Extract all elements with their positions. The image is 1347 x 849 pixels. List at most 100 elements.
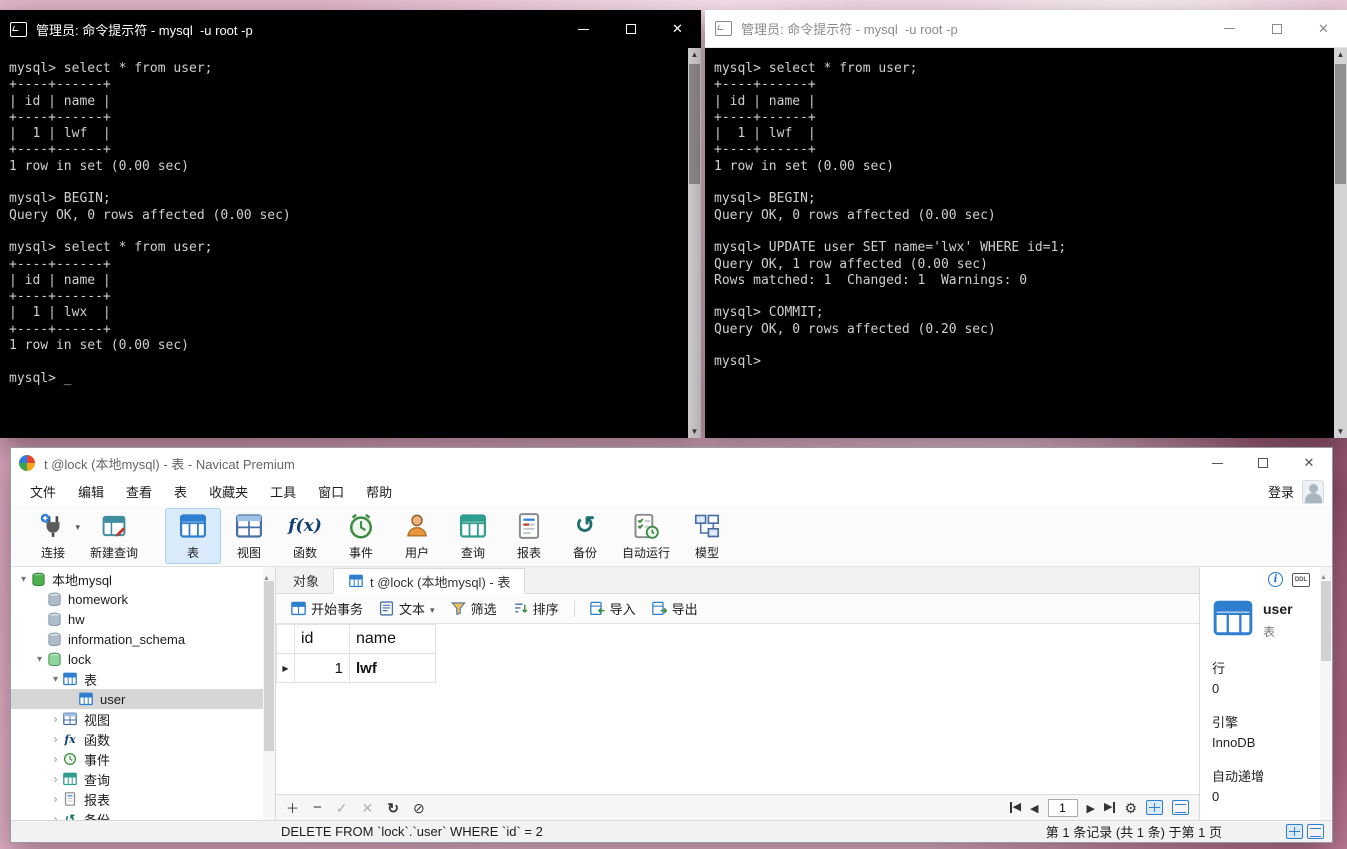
chevron-right-icon[interactable] [49, 792, 62, 806]
toolbar-new-query-button[interactable]: 新建查询 [81, 508, 147, 564]
scroll-down-icon[interactable] [1334, 425, 1347, 438]
next-page-button[interactable] [1087, 800, 1095, 815]
toolbar-functions-button[interactable]: f(x) 函数 [277, 508, 333, 564]
table-row[interactable]: 1 lwf [276, 653, 436, 683]
chevron-right-icon[interactable] [49, 712, 62, 726]
tab-objects[interactable]: 对象 [279, 568, 333, 593]
toolbar-connection-button[interactable]: 连接 [25, 508, 81, 564]
toolbar-backup-button[interactable]: 备份 [557, 508, 613, 564]
toolbar-views-button[interactable]: 视图 [221, 508, 277, 564]
menu-edit[interactable]: 编辑 [67, 482, 115, 501]
refresh-button[interactable] [387, 801, 399, 815]
discard-changes-button[interactable] [362, 801, 374, 815]
login-link[interactable]: 登录 [1268, 482, 1294, 501]
last-page-button[interactable] [1104, 802, 1115, 813]
chevron-down-icon[interactable] [33, 654, 46, 665]
cell-id[interactable]: 1 [294, 653, 350, 683]
tree-item-tables-folder[interactable]: 表 [11, 669, 275, 689]
tree-scrollbar[interactable] [263, 567, 275, 820]
chevron-right-icon[interactable] [49, 732, 62, 746]
stop-button[interactable] [413, 801, 425, 815]
export-button[interactable]: 导出 [645, 596, 705, 621]
close-button[interactable] [654, 10, 701, 48]
column-header-name[interactable]: name [349, 624, 436, 654]
maximize-button[interactable] [607, 10, 654, 48]
cmd-left-scrollbar[interactable] [688, 48, 701, 438]
close-button[interactable] [1300, 10, 1347, 47]
column-header-id[interactable]: id [294, 624, 350, 654]
menu-view[interactable]: 查看 [115, 482, 163, 501]
chevron-down-icon[interactable] [17, 574, 30, 585]
info-panel-scrollbar[interactable] [1320, 567, 1332, 820]
chevron-down-icon[interactable] [49, 674, 62, 685]
cmd-right-scrollbar[interactable] [1334, 48, 1347, 438]
user-avatar[interactable] [1302, 479, 1324, 504]
tab-table-user[interactable]: t @lock (本地mysql) - 表 [333, 568, 526, 594]
cmd-left-titlebar[interactable]: 管理员: 命令提示符 - mysql -u root -p [0, 10, 701, 48]
menu-file[interactable]: 文件 [19, 482, 67, 501]
cmd-left-console[interactable]: mysql> select * from user; +----+------+… [0, 48, 701, 438]
tree-item-db-hw[interactable]: hw [11, 609, 275, 629]
tree-item-events-folder[interactable]: 事件 [11, 749, 275, 769]
scroll-thumb[interactable] [689, 64, 700, 184]
cmd-right-console[interactable]: mysql> select * from user; +----+------+… [705, 48, 1347, 438]
tree-item-views-folder[interactable]: 视图 [11, 709, 275, 729]
chevron-down-icon[interactable] [75, 522, 80, 533]
apply-changes-button[interactable] [336, 801, 348, 815]
toolbar-tables-button[interactable]: 表 [165, 507, 221, 564]
tree-item-table-user[interactable]: user [11, 689, 275, 709]
add-record-button[interactable] [286, 801, 299, 815]
navicat-titlebar[interactable]: t @lock (本地mysql) - 表 - Navicat Premium [11, 448, 1332, 478]
scroll-up-icon[interactable] [1320, 574, 1327, 581]
toolbar-query-button[interactable]: 查询 [445, 508, 501, 564]
menu-table[interactable]: 表 [163, 482, 198, 501]
text-view-button[interactable]: 文本 [372, 596, 442, 621]
close-button[interactable] [1286, 448, 1332, 478]
data-grid[interactable]: id name 1 lwf [276, 624, 1199, 794]
tree-item-functions-folder[interactable]: fx 函数 [11, 729, 275, 749]
minimize-button[interactable] [1206, 10, 1253, 47]
statusbar-form-view-icon[interactable] [1307, 824, 1324, 839]
chevron-right-icon[interactable] [49, 812, 62, 820]
chevron-right-icon[interactable] [49, 752, 62, 766]
delete-record-button[interactable] [313, 800, 322, 815]
previous-page-button[interactable] [1030, 800, 1038, 815]
menu-help[interactable]: 帮助 [355, 482, 403, 501]
maximize-button[interactable] [1253, 10, 1300, 47]
filter-button[interactable]: 筛选 [444, 596, 504, 621]
toolbar-reports-button[interactable]: 报表 [501, 508, 557, 564]
form-view-toggle[interactable] [1172, 800, 1189, 815]
info-icon[interactable] [1268, 572, 1283, 587]
scroll-thumb[interactable] [1321, 581, 1331, 661]
scroll-thumb[interactable] [1335, 64, 1346, 184]
toolbar-users-button[interactable]: 用户 [389, 508, 445, 564]
scroll-up-icon[interactable] [688, 48, 701, 61]
ddl-icon[interactable]: DDL [1292, 572, 1310, 587]
chevron-right-icon[interactable] [49, 772, 62, 786]
sort-button[interactable]: 排序 [506, 596, 566, 621]
tree-item-queries-folder[interactable]: 查询 [11, 769, 275, 789]
menu-window[interactable]: 窗口 [307, 482, 355, 501]
tree-item-backups-folder[interactable]: ↺ 备份 [11, 809, 275, 820]
menu-tools[interactable]: 工具 [259, 482, 307, 501]
scroll-thumb[interactable] [264, 581, 274, 751]
tree-item-db-homework[interactable]: homework [11, 589, 275, 609]
import-button[interactable]: 导入 [583, 596, 643, 621]
cmd-right-titlebar[interactable]: 管理员: 命令提示符 - mysql -u root -p [705, 10, 1347, 48]
minimize-button[interactable] [1194, 448, 1240, 478]
tree-item-reports-folder[interactable]: 报表 [11, 789, 275, 809]
first-page-button[interactable] [1010, 802, 1021, 813]
tree-item-db-lock[interactable]: lock [11, 649, 275, 669]
maximize-button[interactable] [1240, 448, 1286, 478]
toolbar-events-button[interactable]: 事件 [333, 508, 389, 564]
minimize-button[interactable] [560, 10, 607, 48]
statusbar-grid-view-icon[interactable] [1286, 824, 1303, 839]
tree-item-connection-localmysql[interactable]: 本地mysql [11, 569, 275, 589]
grid-view-toggle[interactable] [1146, 800, 1163, 815]
cell-name[interactable]: lwf [349, 653, 436, 683]
scroll-down-icon[interactable] [688, 425, 701, 438]
menu-favorites[interactable]: 收藏夹 [198, 482, 259, 501]
toolbar-model-button[interactable]: 模型 [679, 508, 735, 564]
tree-item-db-information-schema[interactable]: information_schema [11, 629, 275, 649]
scroll-up-icon[interactable] [1334, 48, 1347, 61]
